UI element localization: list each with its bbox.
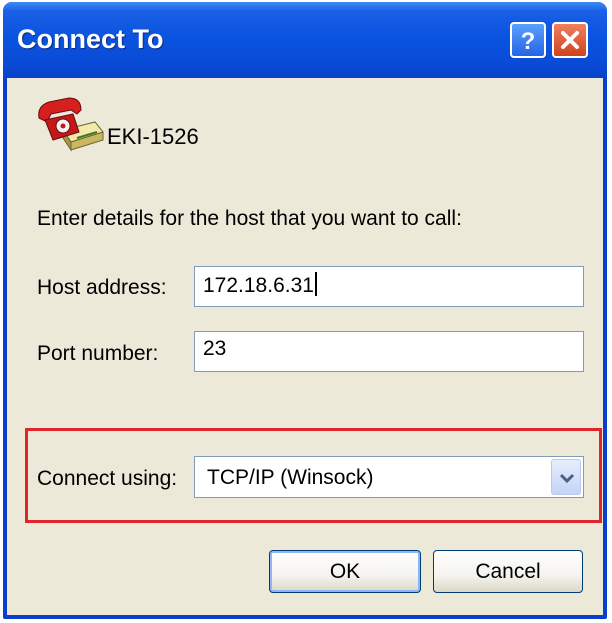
text-caret bbox=[314, 272, 317, 296]
window-title: Connect To bbox=[17, 24, 164, 54]
host-address-label: Host address: bbox=[37, 276, 167, 299]
ok-button[interactable]: OK bbox=[269, 550, 421, 593]
title-bar[interactable]: Connect To ? bbox=[3, 2, 607, 78]
phone-icon bbox=[38, 97, 104, 152]
port-number-input[interactable]: 23 bbox=[194, 331, 584, 372]
dropdown-button[interactable] bbox=[551, 459, 581, 495]
svg-text:?: ? bbox=[521, 28, 536, 55]
chevron-down-icon bbox=[559, 473, 575, 484]
connection-name: EKI-1526 bbox=[107, 124, 199, 149]
connect-to-dialog: Connect To ? EKI-1526 Enter details for … bbox=[3, 2, 607, 619]
cancel-button[interactable]: Cancel bbox=[433, 550, 583, 593]
connect-using-select[interactable]: TCP/IP (Winsock) bbox=[194, 456, 584, 498]
help-icon: ? bbox=[521, 28, 536, 55]
close-icon bbox=[561, 31, 579, 49]
port-number-value: 23 bbox=[203, 337, 227, 360]
instructions-text: Enter details for the host that you want… bbox=[37, 207, 462, 230]
host-address-input[interactable]: 172.18.6.31 bbox=[194, 266, 584, 307]
connect-using-label: Connect using: bbox=[37, 467, 178, 490]
connect-using-value: TCP/IP (Winsock) bbox=[207, 466, 374, 489]
help-button[interactable]: ? bbox=[510, 22, 546, 58]
dialog-body: EKI-1526 Enter details for the host that… bbox=[7, 78, 603, 615]
host-address-value: 172.18.6.31 bbox=[203, 274, 314, 297]
close-button[interactable] bbox=[552, 22, 588, 58]
port-number-label: Port number: bbox=[37, 342, 159, 365]
